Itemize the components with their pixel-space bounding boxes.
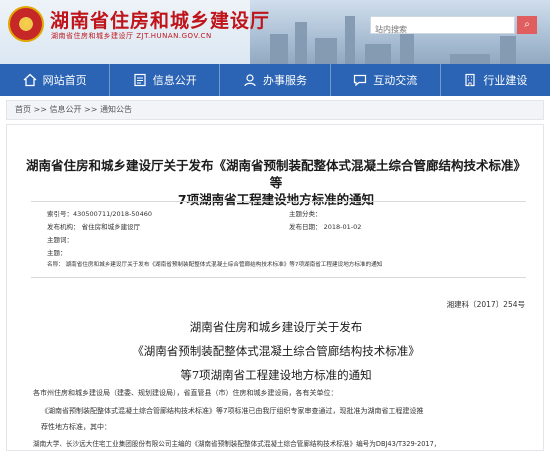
body-paragraph: 《湖南省预制装配整体式混凝土综合管廊结构技术标准》等7项标准已由我厅组织专家审查… xyxy=(41,407,424,415)
info-icon xyxy=(134,73,146,87)
chat-icon xyxy=(354,74,367,87)
notice-heading-line: 等7项湖南省工程建设地方标准的通知 xyxy=(180,368,372,382)
site-header: ★ 湖南省住房和城乡建设厅 湖南省住房和城乡建设厅 ZJT.HUNAN.GOV.… xyxy=(0,0,550,64)
search-button[interactable]: ⌕ xyxy=(517,16,537,34)
nav-item-label: 办事服务 xyxy=(263,74,307,87)
site-title: 湖南省住房和城乡建设厅 xyxy=(50,10,271,32)
building-icon xyxy=(465,73,476,87)
nav-item-industry[interactable]: 行业建设 xyxy=(441,64,550,96)
body-paragraph: 各市州住房和城乡建设局（建委、规划建设局），省直管县（市）住房和城乡建设局，各有… xyxy=(33,389,338,397)
nav-item-info[interactable]: 信息公开 xyxy=(110,64,221,96)
body-paragraph: 湖南大学、长沙远大住宅工业集团股份有限公司主编的《湖南省预制装配整体式混凝土综合… xyxy=(33,440,441,448)
meta-subject-words: 主题词： xyxy=(47,236,73,244)
nav-item-label: 行业建设 xyxy=(483,74,528,87)
meta-subject: 主题： xyxy=(47,249,67,257)
meta-date: 发布日期： 2018-01-02 xyxy=(289,223,362,231)
meta-index-no: 索引号：430500711/2018-50460 xyxy=(47,210,152,218)
nav-item-service[interactable]: 办事服务 xyxy=(220,64,331,96)
search-box xyxy=(370,16,515,38)
breadcrumb-text[interactable]: 首页 >> 信息公开 >> 通知公告 xyxy=(15,105,132,114)
search-input[interactable] xyxy=(371,21,514,38)
notice-heading-line: 《湖南省预制装配整体式混凝土综合管廊结构技术标准》 xyxy=(132,344,420,358)
article-panel: 湖南省住房和城乡建设厅关于发布《湖南省预制装配整体式混凝土综合管廊结构技术标准》… xyxy=(6,124,544,451)
breadcrumb[interactable]: 首页 >> 信息公开 >> 通知公告 xyxy=(6,100,544,120)
nav-item-label: 信息公开 xyxy=(152,74,197,87)
meta-issuer: 发布机构： 省住房和城乡建设厅 xyxy=(47,223,141,231)
nav-item-home[interactable]: 网站首页 xyxy=(0,64,111,96)
home-icon xyxy=(23,73,37,87)
nav-item-interaction[interactable]: 互动交流 xyxy=(331,64,441,96)
nav-item-label: 网站首页 xyxy=(42,74,87,87)
meta-topic: 主题分类： xyxy=(289,210,322,218)
national-emblem-icon: ★ xyxy=(8,6,44,42)
service-icon xyxy=(244,74,256,87)
metadata-table: 索引号：430500711/2018-50460 主题分类： 发布机构： 省住房… xyxy=(31,201,526,278)
search-icon: ⌕ xyxy=(524,19,530,30)
site-subtitle: 湖南省住房和城乡建设厅 ZJT.HUNAN.GOV.CN xyxy=(51,32,212,40)
article-title-line: 湖南省住房和城乡建设厅关于发布《湖南省预制装配整体式混凝土综合管廊结构技术标准》… xyxy=(25,158,526,190)
notice-heading-line: 湖南省住房和城乡建设厅关于发布 xyxy=(189,320,363,334)
meta-name: 名称： 湖南省住房和城乡建设厅关于发布《湖南省预制装配整体式混凝土综合管廊结构技… xyxy=(47,262,383,268)
nav-item-label: 互动交流 xyxy=(373,74,418,87)
main-nav: 网站首页 信息公开 办事服务 互动交流 行业建设 xyxy=(0,64,550,96)
document-number: 湘建科〔2017〕254号 xyxy=(446,300,525,309)
body-paragraph: 荐性地方标准，其中： xyxy=(41,423,111,431)
